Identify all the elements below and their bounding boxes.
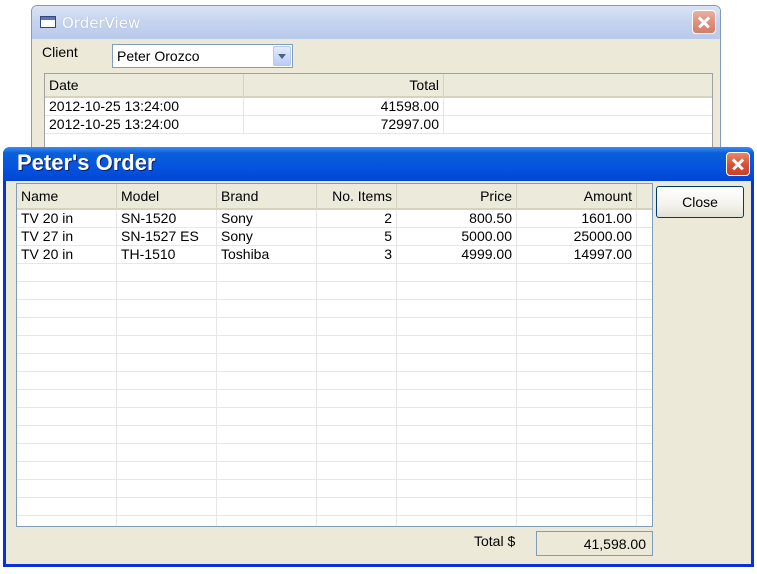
orders-table[interactable]: Date Total 2012-10-25 13:24:00 41598.00 20… <box>44 73 713 154</box>
order-cell-total: 41598.00 <box>244 98 444 115</box>
client-select[interactable]: Peter Orozco <box>112 44 293 68</box>
empty-row <box>17 336 652 354</box>
empty-row <box>17 408 652 426</box>
empty-row <box>17 480 652 498</box>
item-cell-model: SN-1527 ES <box>117 228 217 245</box>
orderview-close-icon[interactable] <box>692 10 716 34</box>
item-cell-model: SN-1520 <box>117 210 217 227</box>
column-header-no-items[interactable]: No. Items <box>317 184 397 208</box>
order-detail-close-icon[interactable] <box>726 152 750 176</box>
empty-row <box>17 354 652 372</box>
item-cell-items: 3 <box>317 246 397 263</box>
item-row[interactable]: TV 20 in SN-1520 Sony 2 800.50 1601.00 <box>17 210 652 228</box>
item-cell-name: TV 20 in <box>17 210 117 227</box>
client-select-value: Peter Orozco <box>117 48 200 64</box>
window-icon <box>40 16 56 28</box>
empty-row <box>17 318 652 336</box>
item-cell-name: TV 27 in <box>17 228 117 245</box>
items-table-header: Name Model Brand No. Items Price Amount <box>17 184 652 210</box>
order-cell-date: 2012-10-25 13:24:00 <box>45 116 244 133</box>
empty-row <box>17 498 652 516</box>
column-header-brand[interactable]: Brand <box>217 184 317 208</box>
order-row[interactable]: 2012-10-25 13:24:00 41598.00 <box>45 98 712 116</box>
empty-row <box>17 426 652 444</box>
total-value-field: 41,598.00 <box>536 531 653 556</box>
item-cell-items: 2 <box>317 210 397 227</box>
empty-row <box>17 282 652 300</box>
order-cell-total: 72997.00 <box>244 116 444 133</box>
order-row[interactable]: 2012-10-25 13:24:00 72997.00 <box>45 116 712 134</box>
item-cell-amount: 1601.00 <box>517 210 637 227</box>
orders-table-header: Date Total <box>45 74 712 98</box>
order-detail-title: Peter's Order <box>17 150 156 175</box>
empty-row <box>17 300 652 318</box>
items-table[interactable]: Name Model Brand No. Items Price Amount … <box>16 183 653 527</box>
empty-row <box>17 390 652 408</box>
order-detail-titlebar[interactable]: Peter's Order <box>3 147 754 181</box>
empty-row <box>17 462 652 480</box>
item-cell-price: 5000.00 <box>397 228 517 245</box>
item-cell-name: TV 20 in <box>17 246 117 263</box>
item-cell-model: TH-1510 <box>117 246 217 263</box>
item-cell-price: 4999.00 <box>397 246 517 263</box>
total-label: Total $ <box>474 533 516 549</box>
item-row[interactable]: TV 27 in SN-1527 ES Sony 5 5000.00 25000.00 <box>17 228 652 246</box>
column-header-date[interactable]: Date <box>45 74 244 96</box>
item-cell-price: 800.50 <box>397 210 517 227</box>
empty-row <box>17 372 652 390</box>
order-detail-window: Peter's Order Name Model Brand No. Items… <box>3 147 754 567</box>
orderview-window: OrderView Client Peter Orozco Date Total… <box>31 5 721 155</box>
orderview-title: OrderView <box>62 14 141 32</box>
item-cell-items: 5 <box>317 228 397 245</box>
orderview-titlebar[interactable]: OrderView <box>32 6 720 39</box>
item-cell-amount: 25000.00 <box>517 228 637 245</box>
order-cell-date: 2012-10-25 13:24:00 <box>45 98 244 115</box>
close-button[interactable]: Close <box>656 186 744 218</box>
chevron-down-icon[interactable] <box>273 46 291 66</box>
column-header-price[interactable]: Price <box>397 184 517 208</box>
column-header-model[interactable]: Model <box>117 184 217 208</box>
column-header-name[interactable]: Name <box>17 184 117 208</box>
column-header-total[interactable]: Total <box>244 74 444 96</box>
client-label: Client <box>42 44 78 60</box>
empty-row <box>17 516 652 526</box>
item-cell-brand: Sony <box>217 210 317 227</box>
empty-row <box>17 264 652 282</box>
item-cell-brand: Toshiba <box>217 246 317 263</box>
item-cell-amount: 14997.00 <box>517 246 637 263</box>
column-header-amount[interactable]: Amount <box>517 184 637 208</box>
item-cell-brand: Sony <box>217 228 317 245</box>
empty-row <box>17 444 652 462</box>
item-row[interactable]: TV 20 in TH-1510 Toshiba 3 4999.00 14997.00 <box>17 246 652 264</box>
